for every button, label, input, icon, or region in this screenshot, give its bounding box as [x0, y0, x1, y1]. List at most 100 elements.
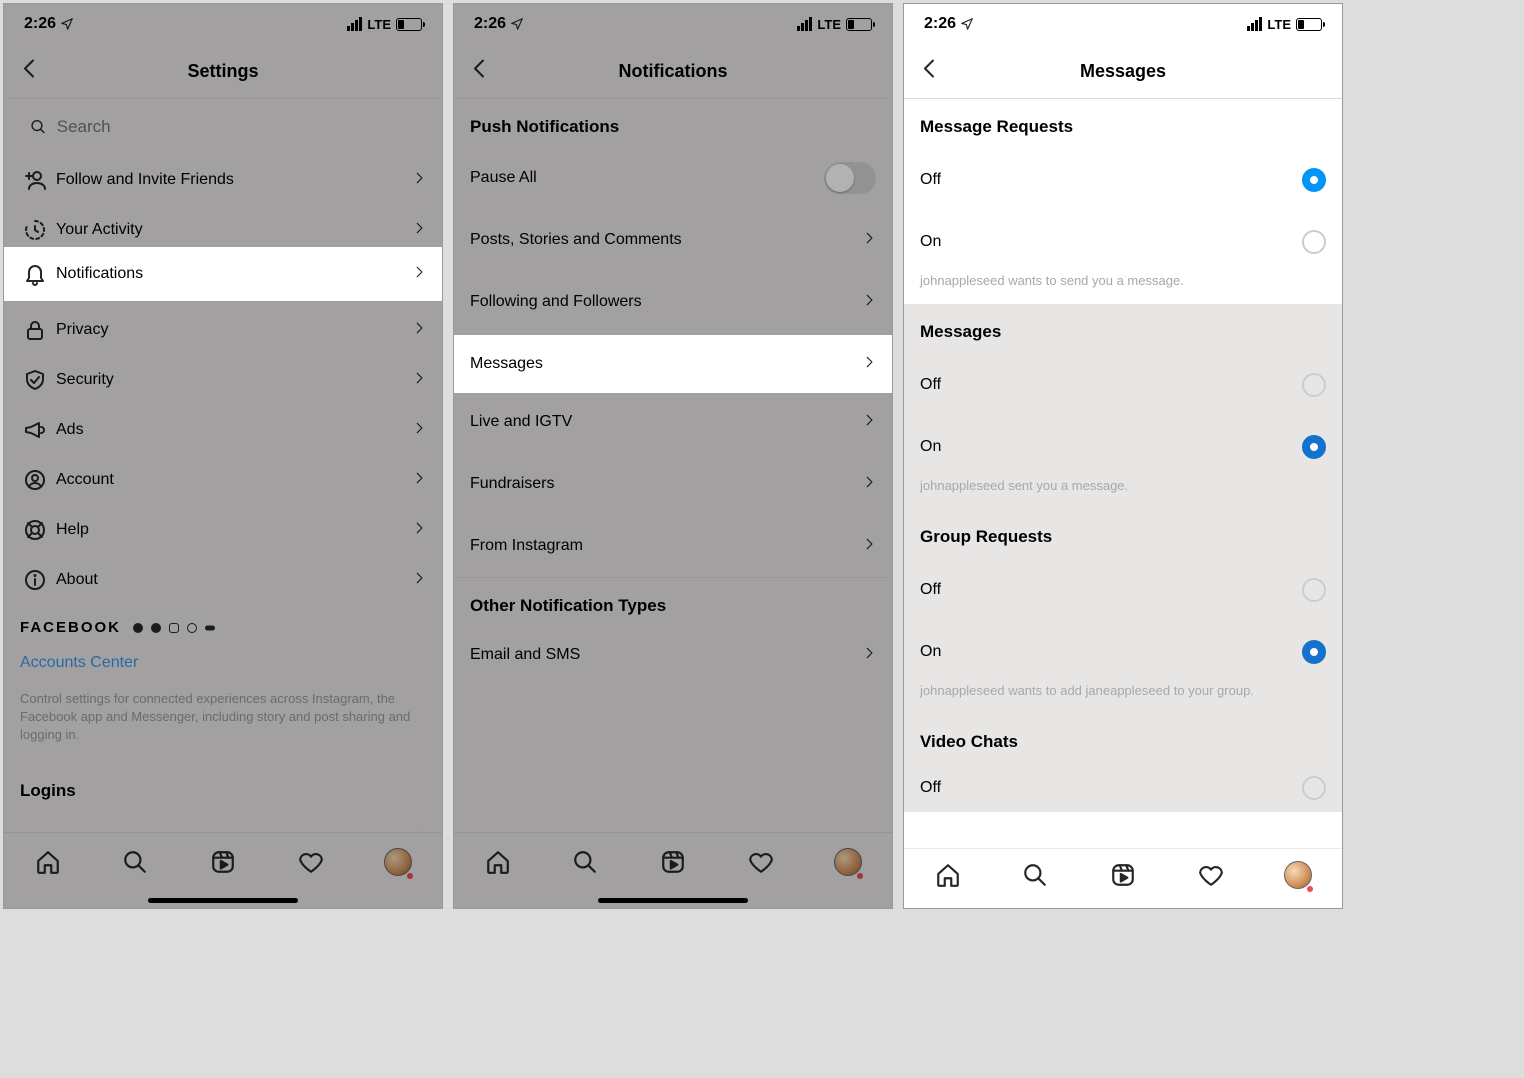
row-pause-all[interactable]: Pause All: [454, 147, 892, 209]
radio-row-on[interactable]: On: [904, 621, 1342, 683]
radio-row-off[interactable]: Off: [904, 559, 1342, 621]
radio-button[interactable]: [1302, 435, 1326, 459]
row-label: Ads: [56, 421, 412, 439]
settings-row-account[interactable]: Account: [4, 455, 442, 505]
tab-profile[interactable]: [833, 847, 863, 877]
row-email-sms[interactable]: Email and SMS: [454, 626, 892, 684]
row-posts-stories[interactable]: Posts, Stories and Comments: [454, 209, 892, 271]
tab-search[interactable]: [1020, 860, 1050, 890]
row-label: From Instagram: [470, 537, 583, 555]
push-header: Push Notifications: [454, 99, 892, 147]
bottom-tab-bar: [454, 832, 892, 908]
row-live-igtv[interactable]: Live and IGTV: [454, 391, 892, 453]
section-message-requests: Message Requests Off On johnappleseed wa…: [904, 99, 1342, 304]
chevron-left-icon: [18, 57, 42, 81]
tab-profile[interactable]: [1283, 860, 1313, 890]
battery-icon: [396, 18, 422, 31]
heart-icon: [748, 849, 774, 875]
section-header: Video Chats: [904, 714, 1342, 764]
chevron-right-icon: [862, 537, 876, 556]
tab-reels[interactable]: [208, 847, 238, 877]
accounts-center-link[interactable]: Accounts Center: [20, 654, 426, 672]
back-button[interactable]: [18, 57, 42, 86]
settings-row-privacy[interactable]: Privacy: [4, 305, 442, 355]
tab-home[interactable]: [483, 847, 513, 877]
radio-button[interactable]: [1302, 640, 1326, 664]
chevron-right-icon: [412, 171, 426, 190]
tab-activity[interactable]: [296, 847, 326, 877]
settings-row-login-info[interactable]: Login Info: [4, 815, 442, 832]
radio-row-off[interactable]: Off: [904, 764, 1342, 812]
network-label: LTE: [1267, 17, 1291, 32]
section-hint: johnappleseed sent you a message.: [904, 478, 1342, 509]
chevron-right-icon: [412, 321, 426, 340]
tab-activity[interactable]: [1196, 860, 1226, 890]
radio-label: Off: [920, 376, 941, 394]
tab-reels[interactable]: [1108, 860, 1138, 890]
section-messages: Messages Off On johnappleseed sent you a…: [904, 304, 1342, 509]
tab-activity[interactable]: [746, 847, 776, 877]
chevron-right-icon: [412, 421, 426, 440]
clock-icon: [23, 218, 47, 242]
avatar-icon: [384, 848, 412, 876]
chevron-right-icon: [412, 221, 426, 240]
row-label: Your Activity: [56, 221, 412, 239]
notifications-content: Push Notifications Pause All Posts, Stor…: [454, 99, 892, 832]
signal-icon: [1247, 17, 1262, 31]
pause-all-toggle[interactable]: [824, 162, 876, 194]
radio-row-on[interactable]: On: [904, 211, 1342, 273]
radio-button[interactable]: [1302, 230, 1326, 254]
radio-button[interactable]: [1302, 776, 1326, 800]
tab-reels[interactable]: [658, 847, 688, 877]
location-arrow-icon: [60, 17, 74, 31]
page-title: Settings: [187, 61, 258, 82]
back-button[interactable]: [468, 57, 492, 86]
search-icon: [572, 849, 598, 875]
chevron-right-icon: [862, 475, 876, 494]
lock-icon: [23, 318, 47, 342]
tab-search[interactable]: [120, 847, 150, 877]
row-from-instagram[interactable]: From Instagram: [454, 515, 892, 577]
reels-icon: [660, 849, 686, 875]
settings-row-security[interactable]: Security: [4, 355, 442, 405]
row-fundraisers[interactable]: Fundraisers: [454, 453, 892, 515]
search-field[interactable]: [18, 107, 428, 147]
radio-button[interactable]: [1302, 168, 1326, 192]
messenger-icon: [149, 621, 163, 635]
settings-row-notifications[interactable]: Notifications: [4, 247, 442, 301]
section-header: Group Requests: [904, 509, 1342, 559]
row-following[interactable]: Following and Followers: [454, 271, 892, 333]
back-button[interactable]: [918, 57, 942, 86]
megaphone-icon: [23, 418, 47, 442]
facebook-icon: [131, 621, 145, 635]
row-label: Following and Followers: [470, 293, 642, 311]
heart-icon: [298, 849, 324, 875]
network-label: LTE: [817, 17, 841, 32]
radio-row-off[interactable]: Off: [904, 354, 1342, 416]
page-title: Messages: [1080, 61, 1166, 82]
settings-row-ads[interactable]: Ads: [4, 405, 442, 455]
status-time: 2:26: [474, 15, 506, 33]
settings-row-help[interactable]: Help: [4, 505, 442, 555]
tab-home[interactable]: [33, 847, 63, 877]
tab-profile[interactable]: [383, 847, 413, 877]
settings-row-follow[interactable]: Follow and Invite Friends: [4, 155, 442, 205]
home-icon: [485, 849, 511, 875]
settings-row-about[interactable]: About: [4, 555, 442, 605]
tab-home[interactable]: [933, 860, 963, 890]
help-icon: [23, 518, 47, 542]
radio-row-on[interactable]: On: [904, 416, 1342, 478]
tab-search[interactable]: [570, 847, 600, 877]
row-label: Follow and Invite Friends: [56, 171, 412, 189]
status-bar: 2:26 LTE: [4, 4, 442, 44]
home-icon: [35, 849, 61, 875]
search-input[interactable]: [57, 117, 416, 137]
network-label: LTE: [367, 17, 391, 32]
radio-button[interactable]: [1302, 578, 1326, 602]
status-time: 2:26: [924, 15, 956, 33]
chevron-right-icon: [862, 293, 876, 312]
row-messages[interactable]: Messages: [454, 335, 892, 393]
radio-button[interactable]: [1302, 373, 1326, 397]
radio-row-off[interactable]: Off: [904, 149, 1342, 211]
facebook-block: FACEBOOK Accounts Center Control setting…: [4, 605, 442, 755]
